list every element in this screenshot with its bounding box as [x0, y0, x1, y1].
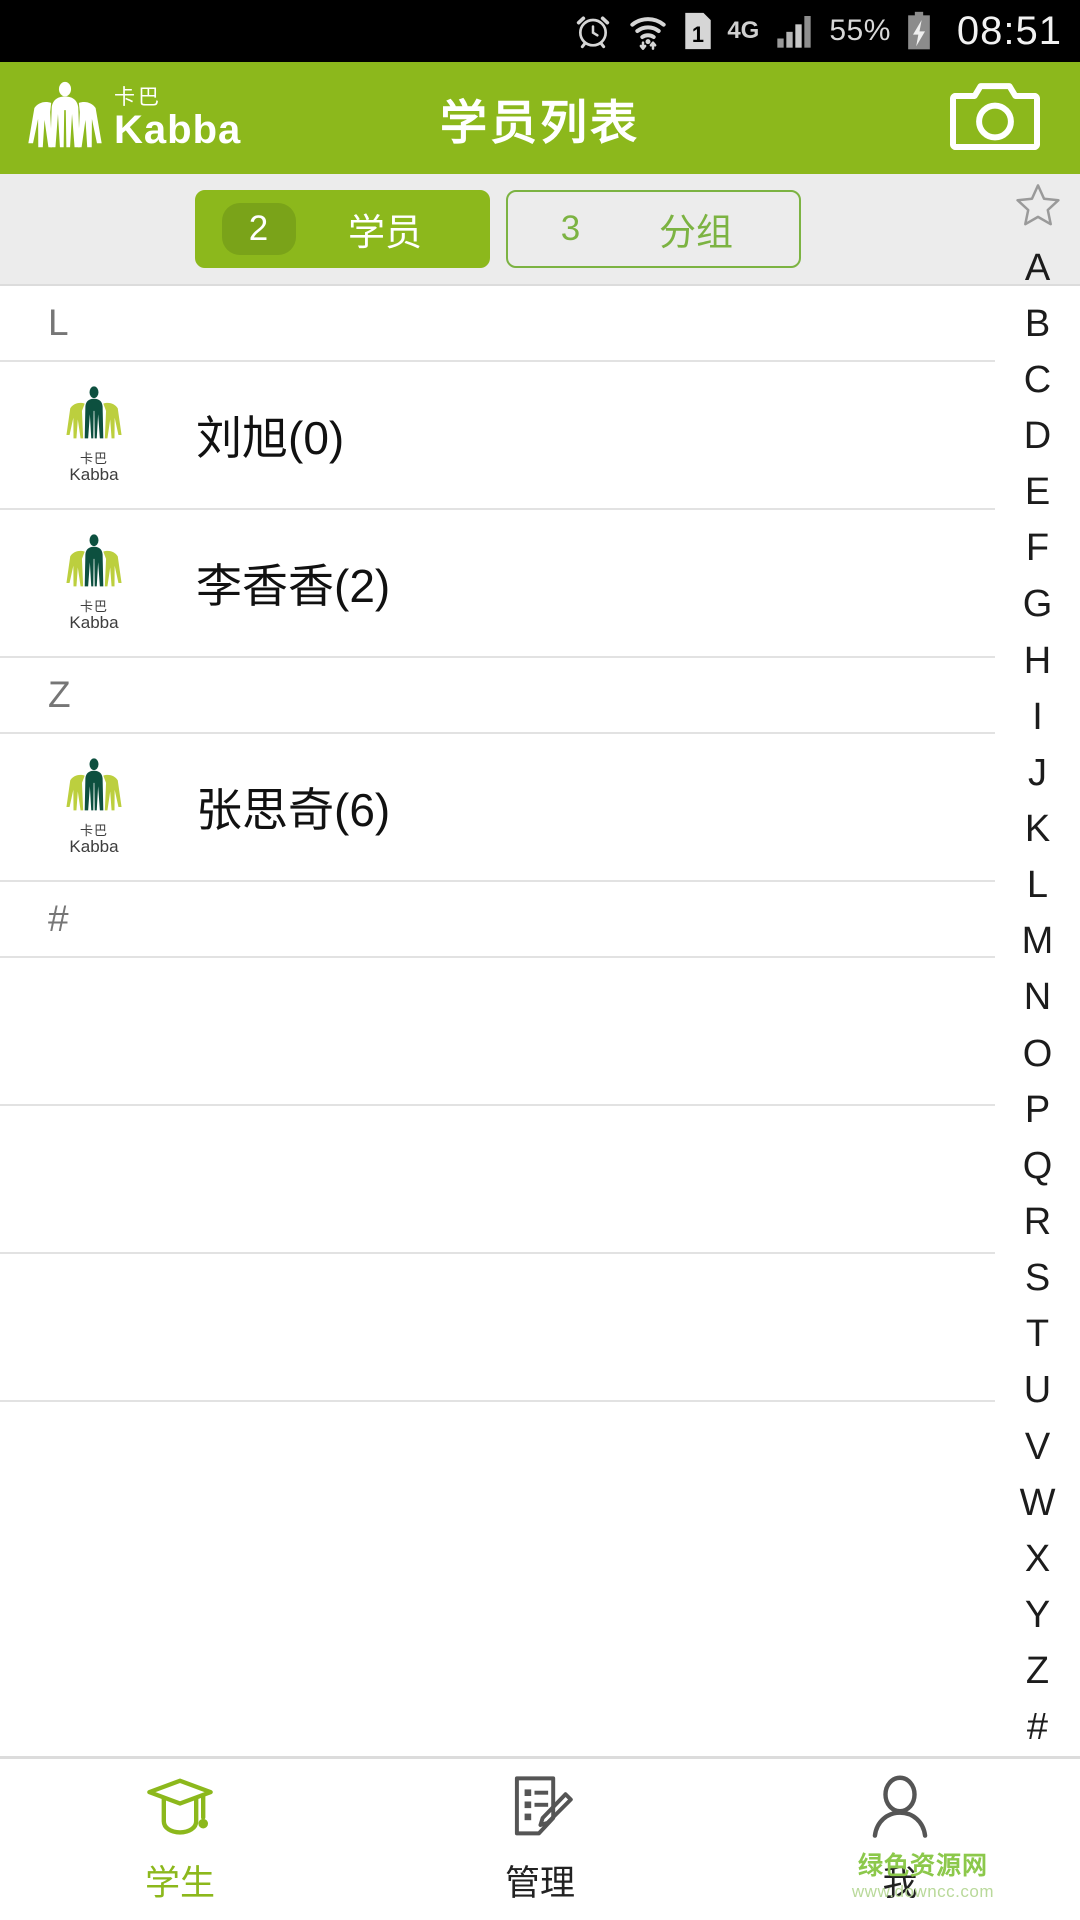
brand-text: 卡巴 Kabba	[114, 87, 241, 150]
segment-tab-bar: 2 学员 3 分组	[0, 174, 1080, 286]
tab-students-label: 学员	[348, 212, 422, 253]
avatar: 卡巴 Kabba	[44, 757, 144, 857]
battery-percent-label: 55%	[829, 14, 891, 47]
index-letter-n[interactable]: N	[995, 970, 1080, 1026]
index-letter-w[interactable]: W	[995, 1475, 1080, 1531]
avatar: 卡巴 Kabba	[44, 385, 144, 485]
wifi-icon	[627, 11, 669, 51]
index-letter-j[interactable]: J	[995, 745, 1080, 801]
brand-name-cn: 卡巴	[114, 85, 162, 109]
avatar: 卡巴 Kabba	[44, 533, 144, 633]
section-letter: L	[48, 302, 69, 343]
empty-row	[0, 1254, 995, 1402]
kabba-avatar-icon	[59, 385, 129, 452]
list-item[interactable]: 卡巴 Kabba 李香香(2)	[0, 510, 995, 658]
index-letter-b[interactable]: B	[995, 296, 1080, 352]
alarm-clock-icon	[573, 11, 613, 51]
nav-item-me[interactable]: 我	[720, 1759, 1080, 1920]
camera-icon	[950, 83, 1040, 156]
kabba-people-logo-icon	[26, 78, 104, 159]
section-header-z: Z	[0, 658, 995, 734]
nav-label-me: 我	[882, 1863, 918, 1903]
nav-label-students: 学生	[144, 1863, 215, 1903]
person-icon	[869, 1774, 931, 1845]
index-letter-h[interactable]: H	[995, 633, 1080, 689]
avatar-brand-en: Kabba	[69, 837, 119, 857]
alphabet-index-strip[interactable]: A B C D E F G H I J K L M N O P Q R S T …	[995, 174, 1080, 1756]
index-letter-e[interactable]: E	[995, 465, 1080, 521]
nav-item-manage[interactable]: 管理	[360, 1759, 720, 1920]
tab-groups[interactable]: 3 分组	[505, 190, 801, 268]
avatar-brand-cn: 卡巴	[79, 599, 108, 614]
svg-text:1: 1	[692, 22, 704, 47]
graduation-cap-icon	[145, 1774, 215, 1845]
camera-button[interactable]	[950, 80, 1040, 157]
section-letter: Z	[48, 674, 71, 715]
star-outline-icon	[1012, 180, 1064, 240]
index-letter-c[interactable]: C	[995, 352, 1080, 408]
student-name: 张思奇(6)	[196, 784, 391, 836]
empty-row	[0, 1106, 995, 1254]
index-letter-l[interactable]: L	[995, 858, 1080, 914]
empty-row	[0, 1402, 995, 1550]
student-name: 刘旭(0)	[196, 412, 345, 464]
index-letter-p[interactable]: P	[995, 1082, 1080, 1138]
list-item[interactable]: 卡巴 Kabba 刘旭(0)	[0, 362, 995, 510]
brand-logo: 卡巴 Kabba	[26, 78, 241, 159]
app-bar: 卡巴 Kabba 学员列表	[0, 62, 1080, 174]
avatar-brand-cn: 卡巴	[79, 451, 108, 466]
index-letter-hash[interactable]: #	[995, 1700, 1080, 1756]
index-letter-g[interactable]: G	[995, 577, 1080, 633]
network-type-label: 4G	[727, 16, 760, 44]
avatar-brand-cn: 卡巴	[79, 823, 108, 838]
section-header-l: L	[0, 286, 995, 362]
index-letter-m[interactable]: M	[995, 914, 1080, 970]
student-list[interactable]: L 卡巴 Kabba 刘旭(0) 卡巴 Kabba 李香香(2) Z 卡巴 Ka…	[0, 286, 995, 1756]
status-bar-icons: 1 4G 55% 08:51	[573, 9, 1062, 54]
nav-item-students[interactable]: 学生	[0, 1759, 360, 1920]
avatar-brand-en: Kabba	[69, 465, 119, 485]
index-letter-k[interactable]: K	[995, 801, 1080, 857]
index-letter-i[interactable]: I	[995, 689, 1080, 745]
index-letter-z[interactable]: Z	[995, 1644, 1080, 1700]
signal-bars-icon	[773, 11, 815, 51]
status-bar: 1 4G 55% 08:51	[0, 0, 1080, 62]
index-letter-a[interactable]: A	[995, 240, 1080, 296]
index-letter-d[interactable]: D	[995, 408, 1080, 464]
index-letter-q[interactable]: Q	[995, 1138, 1080, 1194]
index-letter-v[interactable]: V	[995, 1419, 1080, 1475]
bottom-navigation: 学生 管理 我	[0, 1756, 1080, 1920]
index-letter-r[interactable]: R	[995, 1194, 1080, 1250]
index-letter-t[interactable]: T	[995, 1307, 1080, 1363]
index-letter-o[interactable]: O	[995, 1026, 1080, 1082]
list-item[interactable]: 卡巴 Kabba 张思奇(6)	[0, 734, 995, 882]
index-letter-x[interactable]: X	[995, 1531, 1080, 1587]
index-letter-s[interactable]: S	[995, 1251, 1080, 1307]
tab-students-count: 2	[221, 203, 296, 255]
nav-label-manage: 管理	[504, 1863, 575, 1903]
kabba-avatar-icon	[59, 757, 129, 824]
index-star-item[interactable]	[995, 180, 1080, 240]
index-letter-y[interactable]: Y	[995, 1587, 1080, 1643]
kabba-avatar-icon	[59, 533, 129, 600]
document-edit-icon	[507, 1774, 573, 1845]
avatar-brand-en: Kabba	[69, 613, 119, 633]
clock-label: 08:51	[956, 8, 1062, 53]
sim-card-1-icon: 1	[683, 11, 713, 51]
index-letter-f[interactable]: F	[995, 521, 1080, 577]
tab-groups-count: 3	[560, 209, 581, 248]
tab-students[interactable]: 2 学员	[194, 190, 490, 268]
section-letter: #	[48, 898, 69, 939]
battery-charging-icon	[905, 11, 933, 51]
student-name: 李香香(2)	[196, 560, 391, 612]
section-header-hash: #	[0, 882, 995, 958]
index-letter-u[interactable]: U	[995, 1363, 1080, 1419]
brand-name-en: Kabba	[114, 107, 242, 152]
empty-row	[0, 958, 995, 1106]
tab-groups-label: 分组	[659, 212, 733, 253]
